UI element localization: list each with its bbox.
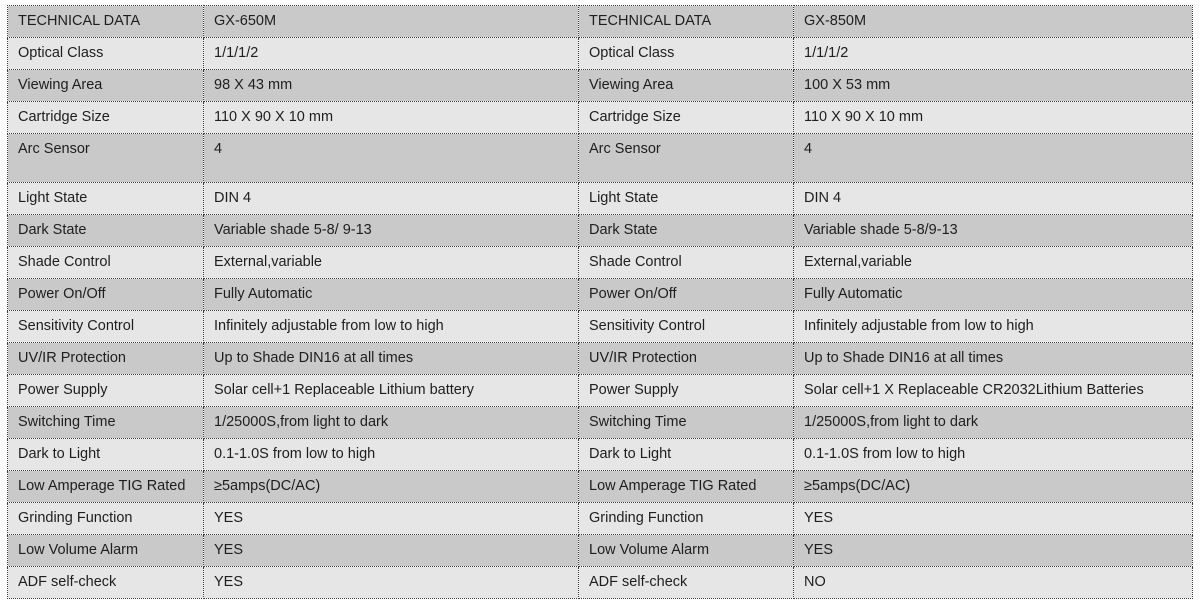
spec-value-gx850m: NO xyxy=(793,566,1193,599)
spec-label-gx850m: ADF self-check xyxy=(578,566,794,599)
spec-value-gx850m: 110 X 90 X 10 mm xyxy=(793,101,1193,134)
spec-label-gx650m: Dark to Light xyxy=(7,438,204,471)
spec-label-gx650m: Low Amperage TIG Rated xyxy=(7,470,204,503)
table-row: Optical Class 1/1/1/2 Optical Class 1/1/1/2 xyxy=(7,37,1193,70)
spec-value-gx650m: YES xyxy=(203,502,579,535)
table-row: Low Volume Alarm YES Low Volume Alarm YES xyxy=(7,534,1193,567)
spec-label-gx850m: Sensitivity Control xyxy=(578,310,794,343)
spec-value-gx850m: YES xyxy=(793,534,1193,567)
table-row: Light State DIN 4 Light State DIN 4 xyxy=(7,182,1193,215)
spec-value-gx650m: Infinitely adjustable from low to high xyxy=(203,310,579,343)
spec-value-gx650m: Fully Automatic xyxy=(203,278,579,311)
spec-label-gx650m: Power On/Off xyxy=(7,278,204,311)
table-row: Power On/Off Fully Automatic Power On/Off F… xyxy=(7,278,1193,311)
spec-value-gx850m: DIN 4 xyxy=(793,182,1193,215)
spec-value-gx850m: Variable shade 5-8/9-13 xyxy=(793,214,1193,247)
table-header-row: TECHNICAL DATA GX-650M TECHNICAL DATA GX… xyxy=(7,5,1193,38)
header-model-gx650m: GX-650M xyxy=(203,5,579,38)
spec-label-gx850m: UV/IR Protection xyxy=(578,342,794,375)
spec-label-gx850m: Shade Control xyxy=(578,246,794,279)
spec-label-gx850m: Grinding Function xyxy=(578,502,794,535)
spec-value-gx850m: ≥5amps(DC/AC) xyxy=(793,470,1193,503)
spec-label-gx650m: Grinding Function xyxy=(7,502,204,535)
spec-label-gx650m: ADF self-check xyxy=(7,566,204,599)
spec-value-gx850m: Infinitely adjustable from low to high xyxy=(793,310,1193,343)
header-model-gx850m: GX-850M xyxy=(793,5,1193,38)
technical-data-body: TECHNICAL DATA GX-650M TECHNICAL DATA GX… xyxy=(7,5,1193,599)
spec-label-gx650m: Power Supply xyxy=(7,374,204,407)
spec-value-gx850m: Fully Automatic xyxy=(793,278,1193,311)
table-row: Dark to Light 0.1-1.0S from low to high Da… xyxy=(7,438,1193,471)
spec-label-gx850m: Light State xyxy=(578,182,794,215)
spec-label-gx650m: Dark State xyxy=(7,214,204,247)
spec-value-gx850m: Solar cell+1 X Replaceable CR2032Lithium… xyxy=(793,374,1193,407)
table-row: UV/IR Protection Up to Shade DIN16 at all… xyxy=(7,342,1193,375)
header-label-gx850m: TECHNICAL DATA xyxy=(578,5,794,38)
spec-value-gx850m: 0.1-1.0S from low to high xyxy=(793,438,1193,471)
table-row: Arc Sensor 4 Arc Sensor 4 xyxy=(7,133,1193,183)
spec-value-gx650m: 0.1-1.0S from low to high xyxy=(203,438,579,471)
spec-value-gx850m: 1/25000S,from light to dark xyxy=(793,406,1193,439)
table-row: Dark State Variable shade 5-8/ 9-13 Dark S… xyxy=(7,214,1193,247)
spec-label-gx650m: Optical Class xyxy=(7,37,204,70)
spec-label-gx850m: Dark to Light xyxy=(578,438,794,471)
spec-value-gx650m: 110 X 90 X 10 mm xyxy=(203,101,579,134)
spec-value-gx850m: Up to Shade DIN16 at all times xyxy=(793,342,1193,375)
spec-label-gx650m: Switching Time xyxy=(7,406,204,439)
spec-value-gx650m: DIN 4 xyxy=(203,182,579,215)
spec-label-gx850m: Power Supply xyxy=(578,374,794,407)
spec-label-gx850m: Arc Sensor xyxy=(578,133,794,183)
spec-label-gx650m: Arc Sensor xyxy=(7,133,204,183)
spec-label-gx650m: Shade Control xyxy=(7,246,204,279)
spec-value-gx650m: 1/1/1/2 xyxy=(203,37,579,70)
spec-value-gx850m: YES xyxy=(793,502,1193,535)
table-row: Sensitivity Control Infinitely adjustable… xyxy=(7,310,1193,343)
spec-value-gx650m: YES xyxy=(203,534,579,567)
table-row: Grinding Function YES Grinding Function YES xyxy=(7,502,1193,535)
spec-label-gx850m: Optical Class xyxy=(578,37,794,70)
spec-value-gx850m: External,variable xyxy=(793,246,1193,279)
spec-value-gx850m: 4 xyxy=(793,133,1193,183)
spec-label-gx650m: Low Volume Alarm xyxy=(7,534,204,567)
spec-label-gx650m: UV/IR Protection xyxy=(7,342,204,375)
spec-label-gx850m: Low Amperage TIG Rated xyxy=(578,470,794,503)
spec-value-gx650m: ≥5amps(DC/AC) xyxy=(203,470,579,503)
spec-label-gx850m: Switching Time xyxy=(578,406,794,439)
spec-label-gx850m: Dark State xyxy=(578,214,794,247)
spec-label-gx850m: Power On/Off xyxy=(578,278,794,311)
spec-label-gx850m: Low Volume Alarm xyxy=(578,534,794,567)
table-row: Low Amperage TIG Rated ≥5amps(DC/AC) Low A… xyxy=(7,470,1193,503)
spec-value-gx650m: Solar cell+1 Replaceable Lithium battery xyxy=(203,374,579,407)
spec-value-gx650m: Variable shade 5-8/ 9-13 xyxy=(203,214,579,247)
spec-value-gx650m: YES xyxy=(203,566,579,599)
table-row: ADF self-check YES ADF self-check NO xyxy=(7,566,1193,599)
spec-value-gx650m: 4 xyxy=(203,133,579,183)
spec-value-gx850m: 100 X 53 mm xyxy=(793,69,1193,102)
spec-value-gx650m: External,variable xyxy=(203,246,579,279)
spec-label-gx650m: Viewing Area xyxy=(7,69,204,102)
spec-label-gx650m: Cartridge Size xyxy=(7,101,204,134)
spec-value-gx850m: 1/1/1/2 xyxy=(793,37,1193,70)
spec-value-gx650m: 1/25000S,from light to dark xyxy=(203,406,579,439)
spec-value-gx650m: 98 X 43 mm xyxy=(203,69,579,102)
header-label-gx650m: TECHNICAL DATA xyxy=(7,5,204,38)
spec-label-gx650m: Sensitivity Control xyxy=(7,310,204,343)
table-row: Cartridge Size 110 X 90 X 10 mm Cartridge … xyxy=(7,101,1193,134)
spec-label-gx650m: Light State xyxy=(7,182,204,215)
table-row: Shade Control External,variable Shade Cont… xyxy=(7,246,1193,279)
spec-label-gx850m: Cartridge Size xyxy=(578,101,794,134)
table-row: Viewing Area 98 X 43 mm Viewing Area 100 X … xyxy=(7,69,1193,102)
spec-label-gx850m: Viewing Area xyxy=(578,69,794,102)
spec-value-gx650m: Up to Shade DIN16 at all times xyxy=(203,342,579,375)
table-row: Switching Time 1/25000S,from light to dar… xyxy=(7,406,1193,439)
technical-data-table: TECHNICAL DATA GX-650M TECHNICAL DATA GX… xyxy=(7,5,1193,599)
table-row: Power Supply Solar cell+1 Replaceable Lit… xyxy=(7,374,1193,407)
